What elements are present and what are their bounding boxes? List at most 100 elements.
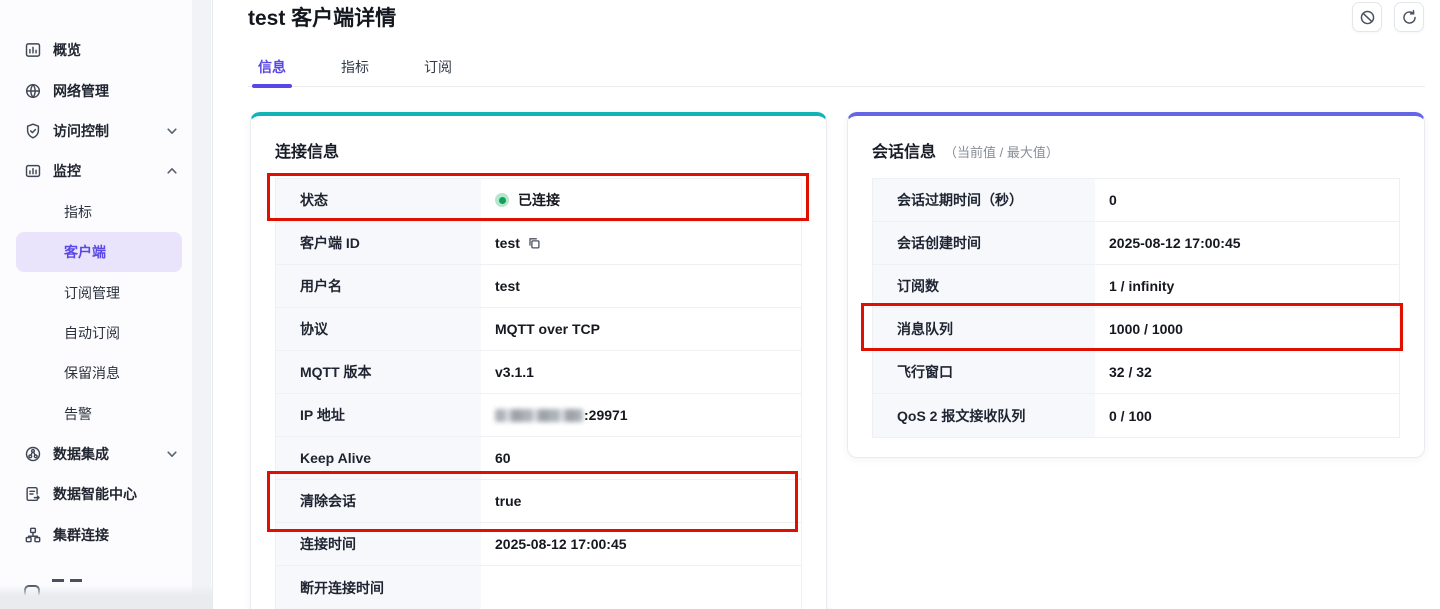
row-value <box>481 566 801 609</box>
table-row-ip-address: IP 地址 :29971 <box>276 394 801 437</box>
row-value: 2025-08-12 17:00:45 <box>1095 222 1399 264</box>
sidebar-item-retained-messages[interactable]: 保留消息 <box>0 353 192 393</box>
sidebar: 概览 网络管理 访问控制 监控 <box>0 0 213 609</box>
sidebar-item-auto-subscribe[interactable]: 自动订阅 <box>0 313 192 353</box>
table-row-protocol: 协议 MQTT over TCP <box>276 308 801 351</box>
clipped-label-fragment <box>52 579 82 582</box>
row-label: 会话过期时间（秒） <box>873 179 1095 221</box>
sidebar-item-label: 数据集成 <box>53 444 109 464</box>
row-value: :29971 <box>481 394 801 436</box>
data-intelligence-icon <box>24 485 42 503</box>
client-id-text: test <box>495 235 520 251</box>
table-row-subscriptions-count: 订阅数 1 / infinity <box>873 265 1399 308</box>
sidebar-item-alarms[interactable]: 告警 <box>0 394 192 434</box>
sidebar-item-label: 网络管理 <box>53 81 109 101</box>
sidebar-item-label: 告警 <box>64 404 92 424</box>
status-text: 已连接 <box>518 190 560 210</box>
sidebar-item-cluster-linking[interactable]: 集群连接 <box>0 515 192 555</box>
chevron-up-icon <box>166 165 178 177</box>
sidebar-item-label: 数据智能中心 <box>53 484 137 504</box>
sidebar-item-label: 概览 <box>53 40 81 60</box>
session-info-table: 会话过期时间（秒） 0 会话创建时间 2025-08-12 17:00:45 订… <box>872 178 1400 438</box>
row-label: 会话创建时间 <box>873 222 1095 264</box>
row-value: 已连接 <box>481 179 801 221</box>
row-value: 0 / 100 <box>1095 394 1399 437</box>
sidebar-item-access-control[interactable]: 访问控制 <box>0 111 192 151</box>
row-value: 2025-08-12 17:00:45 <box>481 523 801 565</box>
chevron-down-icon <box>166 125 178 137</box>
overview-icon <box>24 41 42 59</box>
row-label: 清除会话 <box>276 480 481 522</box>
sidebar-item-data-intelligence-hub[interactable]: 数据智能中心 <box>0 474 192 514</box>
row-value: test <box>481 265 801 307</box>
table-row-message-queue: 消息队列 1000 / 1000 <box>873 308 1399 351</box>
session-card-subtitle: （当前值 / 最大值） <box>944 142 1059 161</box>
tab-metrics[interactable]: 指标 <box>341 57 369 77</box>
sidebar-item-label: 监控 <box>53 161 81 181</box>
table-row-qos2-receive-queue: QoS 2 报文接收队列 0 / 100 <box>873 394 1399 437</box>
disconnect-button[interactable] <box>1352 2 1382 32</box>
table-row-session-expiry: 会话过期时间（秒） 0 <box>873 179 1399 222</box>
ip-port-text: :29971 <box>584 407 628 423</box>
sidebar-item-label: 保留消息 <box>64 363 120 383</box>
sidebar-nav: 概览 网络管理 访问控制 监控 <box>0 0 192 595</box>
detail-tabs: 信息 指标 订阅 <box>258 57 452 77</box>
table-row-inflight-window: 飞行窗口 32 / 32 <box>873 351 1399 394</box>
active-tab-underline <box>252 84 292 88</box>
row-value: 1 / infinity <box>1095 265 1399 307</box>
table-row-client-id: 客户端 ID test <box>276 222 801 265</box>
sidebar-item-label: 客户端 <box>64 242 106 262</box>
refresh-icon <box>1401 9 1418 26</box>
tab-subscriptions[interactable]: 订阅 <box>424 57 452 77</box>
row-label: QoS 2 报文接收队列 <box>873 394 1095 437</box>
sidebar-scrollbar-track[interactable] <box>192 0 211 609</box>
row-value: v3.1.1 <box>481 351 801 393</box>
tab-info[interactable]: 信息 <box>258 57 286 77</box>
sidebar-item-metrics[interactable]: 指标 <box>0 192 192 232</box>
connection-info-table: 状态 已连接 客户端 ID test 用户名 test <box>275 178 802 609</box>
refresh-button[interactable] <box>1394 2 1424 32</box>
sidebar-bottom-fade <box>0 585 212 609</box>
table-row-session-created-at: 会话创建时间 2025-08-12 17:00:45 <box>873 222 1399 265</box>
row-label: 状态 <box>276 179 481 221</box>
sidebar-item-label: 自动订阅 <box>64 323 120 343</box>
sidebar-item-data-integration[interactable]: 数据集成 <box>0 434 192 474</box>
connected-status-dot-icon <box>495 193 509 207</box>
tab-bar-divider <box>248 86 1425 87</box>
sidebar-item-overview[interactable]: 概览 <box>0 30 192 70</box>
row-label: 飞行窗口 <box>873 351 1095 393</box>
sidebar-item-network[interactable]: 网络管理 <box>0 70 192 110</box>
sidebar-item-clients[interactable]: 客户端 <box>16 232 182 272</box>
sidebar-item-monitoring[interactable]: 监控 <box>0 151 192 191</box>
table-row-keep-alive: Keep Alive 60 <box>276 437 801 480</box>
network-icon <box>24 82 42 100</box>
row-label: MQTT 版本 <box>276 351 481 393</box>
row-label: 客户端 ID <box>276 222 481 264</box>
row-label: 消息队列 <box>873 308 1095 350</box>
copy-icon[interactable] <box>527 236 541 250</box>
client-detail-page: 概览 网络管理 访问控制 监控 <box>0 0 1440 609</box>
row-label: 订阅数 <box>873 265 1095 307</box>
cluster-linking-icon <box>24 526 42 544</box>
connection-card-title: 连接信息 <box>275 138 339 162</box>
table-row-mqtt-version: MQTT 版本 v3.1.1 <box>276 351 801 394</box>
session-info-card: 会话信息 （当前值 / 最大值） 会话过期时间（秒） 0 会话创建时间 2025… <box>847 112 1425 458</box>
sidebar-item-label: 指标 <box>64 202 92 222</box>
monitoring-icon <box>24 162 42 180</box>
row-value: 1000 / 1000 <box>1095 308 1399 350</box>
row-label: 协议 <box>276 308 481 350</box>
sidebar-item-label: 访问控制 <box>53 121 109 141</box>
sidebar-item-subscription-management[interactable]: 订阅管理 <box>0 272 192 312</box>
shield-check-icon <box>24 122 42 140</box>
data-integration-icon <box>24 445 42 463</box>
table-row-status: 状态 已连接 <box>276 179 801 222</box>
sidebar-item-label: 订阅管理 <box>64 283 120 303</box>
row-label: 用户名 <box>276 265 481 307</box>
table-row-disconnected-at: 断开连接时间 <box>276 566 801 609</box>
row-value: 60 <box>481 437 801 479</box>
connection-info-card: 连接信息 状态 已连接 客户端 ID test 用户 <box>250 112 827 609</box>
table-row-username: 用户名 test <box>276 265 801 308</box>
chevron-down-icon <box>166 448 178 460</box>
row-value: MQTT over TCP <box>481 308 801 350</box>
ban-icon <box>1359 9 1376 26</box>
